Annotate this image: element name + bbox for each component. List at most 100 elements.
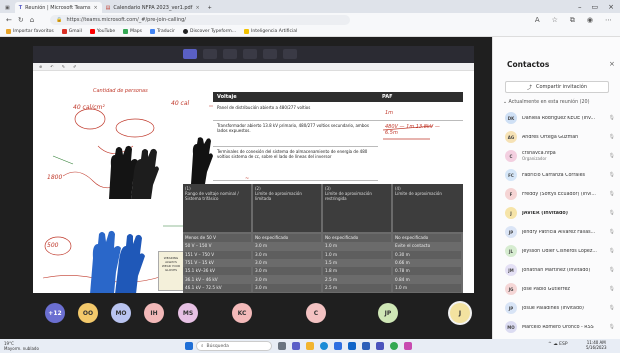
close-tab-icon[interactable]: × <box>93 5 97 11</box>
share-invite-button[interactable]: ⤴ Compartir invitación <box>505 81 609 93</box>
person-list-item[interactable]: JL Jeysson Odier Cisneros López... 🎙 <box>505 243 615 259</box>
handwritten-note: 500 <box>47 242 59 249</box>
participant-avatar[interactable]: JP <box>378 303 398 323</box>
person-name-block: JAVIER (Invitado) <box>522 211 602 216</box>
bookmark-import[interactable]: Importar favoritos <box>6 29 54 34</box>
teams-icon[interactable] <box>376 342 384 350</box>
close-tab-icon[interactable]: × <box>195 5 199 11</box>
table-cell: 3.0 m <box>255 243 268 249</box>
table-cell: 1.8 m <box>323 267 391 276</box>
more-icon[interactable]: ⋯ <box>605 16 612 25</box>
person-name: Jendry Patricia Álvarez Fallas... <box>522 229 596 235</box>
word-icon[interactable] <box>362 342 370 350</box>
mic-muted-icon: 🎙 <box>608 115 615 121</box>
in-meeting-section-header[interactable]: ⌄ Actualmente en esta reunión (20) <box>503 100 590 105</box>
url-text: https://teams.microsoft.com/_#/pre-join-… <box>66 17 186 23</box>
person-list-item[interactable]: J JAVIER (Invitado) 🎙 <box>505 205 615 221</box>
browser-tab-teams[interactable]: T Reunión | Microsoft Teams × <box>14 2 102 13</box>
contacts-panel: Contactos × ⤴ Compartir invitación ⌄ Act… <box>492 37 620 339</box>
mic-muted-icon: 🎙 <box>608 324 615 330</box>
person-list-item[interactable]: AG Andrés Ortega Guzman 🎙 <box>505 129 615 145</box>
handwritten-note: 1m <box>385 110 394 116</box>
mic-muted-icon: 🎙 <box>608 210 615 216</box>
participant-avatar[interactable]: J <box>450 303 470 323</box>
bookmark-maps[interactable]: Maps <box>123 29 142 34</box>
profile-icon[interactable]: ◉ <box>587 16 593 25</box>
bookmark-translate[interactable]: Traducir <box>150 29 175 34</box>
slide-row: Transformador abierto 13.8 kV primario, … <box>213 121 378 147</box>
participant-avatar[interactable]: KC <box>232 303 252 323</box>
person-list-item[interactable]: JG Jose Pablo Gutierrez 🎙 <box>505 281 615 297</box>
table-cell: 3.0 m <box>255 259 268 265</box>
file-explorer-icon[interactable] <box>306 342 314 350</box>
participant-avatar[interactable]: +12 <box>45 303 65 323</box>
clock[interactable]: 11:40 AM 5/16/2023 <box>586 340 607 350</box>
edge-icon[interactable] <box>320 342 328 350</box>
participant-avatar[interactable]: MO <box>111 303 131 323</box>
browser-tab-bar: ▣ T Reunión | Microsoft Teams × ▤ Calend… <box>0 0 620 13</box>
outlook-icon[interactable] <box>348 342 356 350</box>
maximize-icon[interactable]: ▭ <box>592 3 599 11</box>
table-cell: 1.0 m <box>325 243 338 249</box>
browser-tab-pdf[interactable]: ▤ Calendario NFPA 2023_ver1.pdf × <box>102 2 204 13</box>
favorite-star-icon[interactable]: ☆ <box>552 16 558 25</box>
person-role: Organizador <box>522 156 547 161</box>
table-cell: 0.30 m <box>393 250 461 259</box>
task-view-icon[interactable] <box>278 342 286 350</box>
read-aloud-icon[interactable]: A <box>535 16 540 25</box>
handwritten-note: 40 cal <box>171 100 190 107</box>
url-field[interactable]: 🔒 https://teams.microsoft.com/_#/pre-joi… <box>50 15 351 25</box>
person-list-item[interactable]: Ccrsnavca.nfpa Organizador 🎙 <box>505 148 615 164</box>
participant-avatar[interactable]: OO <box>78 303 98 323</box>
store-icon[interactable] <box>334 342 342 350</box>
teams-chat-icon[interactable] <box>292 342 300 350</box>
chrome-icon[interactable] <box>390 342 398 350</box>
share-icon: ⤴ <box>526 84 532 91</box>
bookmarks-bar: Importar favoritos Gmail YouTube Maps Tr… <box>0 27 620 37</box>
person-name: Freddy (Softys Ecuador) (Invi... <box>522 191 596 197</box>
folder-icon <box>6 29 11 34</box>
search-label: Búsqueda <box>206 343 229 349</box>
bookmark-youtube[interactable]: YouTube <box>89 29 115 34</box>
table-cell: 2.5 m <box>323 283 391 292</box>
slide-row: Terminales de conexión del sistema de al… <box>213 147 378 181</box>
mic-muted-icon: 🎙 <box>608 172 615 178</box>
minimize-icon[interactable]: – <box>578 3 582 11</box>
person-list-item[interactable]: F Freddy (Softys Ecuador) (Invi... 🎙 <box>505 186 615 202</box>
bookmark-ai-folder[interactable]: Inteligencia Artificial <box>244 29 297 34</box>
participant-avatar[interactable]: IH <box>144 303 164 323</box>
approach-boundary-table: (1) Rango de voltaje nominal / Sistema tr… <box>183 184 463 301</box>
person-list-item[interactable]: JM Jonathan Martínez (Invitado) 🎙 <box>505 262 615 278</box>
person-list-item[interactable]: JP Jendry Patricia Álvarez Fallas... 🎙 <box>505 224 615 240</box>
taskbar-search[interactable]: ⌕ Búsqueda <box>196 341 272 351</box>
table-cell: Menos de 50 V <box>183 234 251 242</box>
avatar: F <box>505 188 517 200</box>
avatar: JL <box>505 245 517 257</box>
collections-icon[interactable]: ⧉ <box>570 16 575 25</box>
system-tray[interactable]: ^ ☁ ESP <box>548 342 568 347</box>
windows-start-icon[interactable] <box>185 342 193 350</box>
participant-avatar[interactable]: MS <box>178 303 198 323</box>
close-panel-icon[interactable]: × <box>609 60 615 68</box>
browser-window-icon[interactable]: ▣ <box>0 2 15 13</box>
table-cell: 3.0 m <box>253 267 321 276</box>
person-list-item[interactable]: FC Fabricio Carranza Corrales 🎙 <box>505 167 615 183</box>
home-icon[interactable]: ⌂ <box>30 16 34 24</box>
mic-muted-icon: 🎙 <box>608 305 615 311</box>
refresh-icon[interactable]: ↻ <box>18 16 24 24</box>
person-list-item[interactable]: DK Daniela Rodríguez KEOE (Inv... 🎙 <box>505 110 615 126</box>
photos-icon[interactable] <box>404 342 412 350</box>
bookmark-typeform[interactable]: Discover Typeform... <box>182 29 236 34</box>
person-name: Jose Pablo Gutierrez <box>522 286 570 292</box>
avatar: DK <box>505 112 517 124</box>
gmail-icon <box>61 29 67 34</box>
weather-widget[interactable]: 19°C Mayorm. nublado <box>4 341 39 351</box>
person-list-item[interactable]: JP Josué Paladines (Invitado) 🎙 <box>505 300 615 316</box>
new-tab-button[interactable]: + <box>204 2 216 13</box>
participant-avatar[interactable]: C <box>306 303 326 323</box>
back-icon[interactable]: ← <box>6 16 12 24</box>
close-window-icon[interactable]: × <box>608 3 614 11</box>
slide-row-text: Panel de distribución abierto a 480/277 … <box>217 105 311 110</box>
bookmark-gmail[interactable]: Gmail <box>61 29 82 34</box>
person-list-item[interactable]: MO Marcelo Romero Oroñco - RSS 🎙 <box>505 319 615 335</box>
